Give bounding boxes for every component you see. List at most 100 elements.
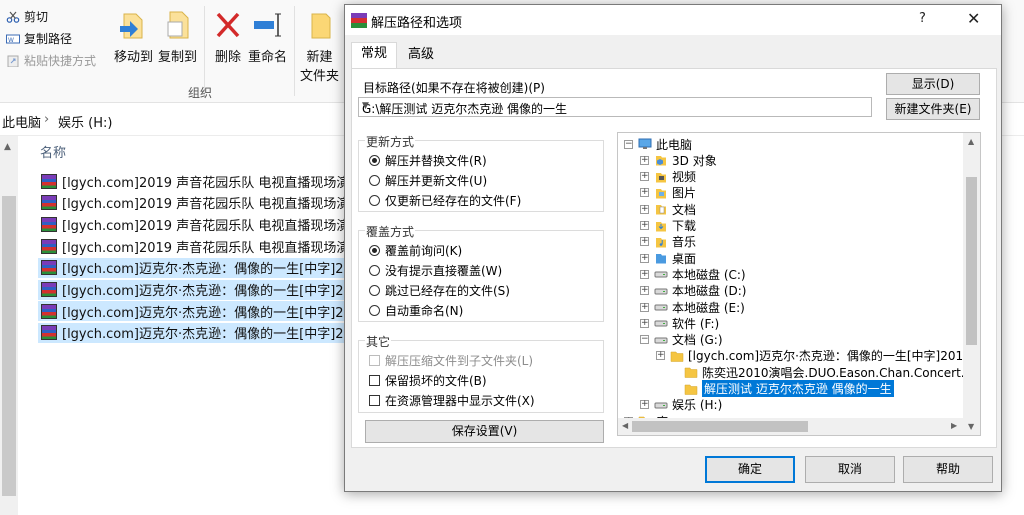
cancel-button[interactable]: 取消 [805,456,895,483]
file-row[interactable]: [lgych.com]2019 声音花园乐队 电视直播现场演唱会 [38,193,346,213]
expand-icon[interactable]: + [640,188,649,198]
collapse-icon[interactable]: − [640,335,649,345]
tree-node[interactable]: + 文档 [640,201,696,217]
delete-button[interactable]: 删除 [212,8,244,65]
radio-update-existing[interactable]: 仅更新已经存在的文件(F) [369,192,521,209]
new-folder-dialog-button[interactable]: 新建文件夹(E) [886,98,980,120]
tree-node[interactable]: + 本地磁盘 (E:) [640,299,745,315]
file-row[interactable]: [lgych.com]2019 声音花园乐队 电视直播现场演唱会 [38,214,346,234]
help-button[interactable]: 帮助 [903,456,993,483]
checkbox-extract-to-subfolders[interactable]: 解压压缩文件到子文件夹(L) [369,352,533,369]
dialog-titlebar[interactable]: 解压路径和选项 ? ✕ [345,5,1001,35]
radio-button[interactable] [369,285,380,296]
checkbox[interactable] [369,395,380,406]
rename-button[interactable]: 重命名 [248,8,287,65]
scroll-up-arrow-icon[interactable]: ▲ [968,137,974,146]
radio-button[interactable] [369,265,380,276]
show-button[interactable]: 显示(D) [886,73,980,95]
file-row[interactable]: [lgych.com]迈克尔·杰克逊：偶像的一生[中字]2011 [38,322,346,343]
new-folder-button[interactable]: 新建 文件夹 [300,8,339,84]
tree-node[interactable]: + 下载 [640,218,696,234]
scrollbar-thumb[interactable] [2,196,16,496]
nav-pane-scrollbar[interactable]: ▲ [0,136,18,515]
radio-extract-replace[interactable]: 解压并替换文件(R) [369,152,487,169]
radio-button[interactable] [369,305,380,316]
move-to-button[interactable]: 移动到 [114,8,153,65]
file-row[interactable]: [lgych.com]2019 声音花园乐队 电视直播现场演唱会 [38,236,346,256]
save-settings-button[interactable]: 保存设置(V) [365,420,604,443]
cut-button[interactable]: 剪切 [6,8,48,25]
tree-node[interactable]: + 娱乐 (H:) [640,397,722,413]
tree-node[interactable]: +3D 对象 [640,152,717,168]
tree-node[interactable]: + 音乐 [640,234,696,250]
radio-overwrite-without-prompt[interactable]: 没有提示直接覆盖(W) [369,262,502,279]
scroll-up-arrow-icon[interactable]: ▲ [4,142,11,152]
tree-horizontal-scrollbar[interactable]: ◀ ▶ [618,418,963,435]
checkbox[interactable] [369,355,380,366]
radio-button[interactable] [369,175,380,186]
new-folder-button-label: 新建文件夹(E) [894,102,972,116]
tree-node[interactable]: + 视频 [640,169,696,185]
breadcrumb-root[interactable]: 此电脑 [2,112,41,131]
tab-general[interactable]: 常规 [351,42,397,69]
checkbox-keep-broken-files[interactable]: 保留损坏的文件(B) [369,372,487,389]
new-folder-icon [304,8,336,42]
collapse-icon[interactable]: − [624,139,633,149]
file-row[interactable]: [lgych.com]2019 声音花园乐队 电视直播现场演唱会 [38,171,346,191]
radio-button[interactable] [369,195,380,206]
ok-button[interactable]: 确定 [705,456,795,483]
tree-node[interactable]: 解压测试 迈克尔杰克逊 偶像的一生 [670,380,894,397]
tab-advanced[interactable]: 高级 [399,44,443,68]
tree-node[interactable]: + 本地磁盘 (D:) [640,283,746,299]
tree-node[interactable]: + 桌面 [640,250,696,266]
expand-icon[interactable]: + [640,302,649,312]
copy-path-button[interactable]: W 复制路径 [6,30,72,47]
file-row[interactable]: [lgych.com]迈克尔·杰克逊：偶像的一生[中字]2011 [38,257,346,278]
file-row[interactable]: [lgych.com]迈克尔·杰克逊：偶像的一生[中字]2011 [38,301,346,322]
checkbox[interactable] [369,375,380,386]
tree-node[interactable]: 陈奕迅2010演唱会.DUO.Eason.Chan.Concert.Live.2… [670,364,980,380]
paste-shortcut-button[interactable]: 粘贴快捷方式 [6,52,96,69]
expand-icon[interactable]: + [640,286,649,296]
radio-button[interactable] [369,155,380,166]
scroll-left-arrow-icon[interactable]: ◀ [622,421,628,430]
expand-icon[interactable]: + [640,204,649,214]
radio-skip-existing[interactable]: 跳过已经存在的文件(S) [369,282,510,299]
checkbox-show-in-explorer[interactable]: 在资源管理器中显示文件(X) [369,392,535,409]
chevron-down-icon[interactable]: ▼ [362,101,866,111]
folder-tree[interactable]: − 此电脑 +3D 对象 + 视频 + 图片 + 文档 + 下载 + 音乐 + 桌面 + 本地磁盘 (C:) + 本… [617,132,981,436]
close-icon[interactable]: ✕ [967,9,980,28]
help-icon[interactable]: ? [919,11,926,26]
radio-auto-rename[interactable]: 自动重命名(N) [369,302,463,319]
tree-node[interactable]: + [lgych.com]迈克尔·杰克逊：偶像的一生[中字]2011 BluRa [656,348,980,364]
expand-icon[interactable]: + [656,351,665,361]
expand-icon[interactable]: + [640,237,649,247]
column-header-name[interactable]: 名称 [40,142,66,161]
expand-icon[interactable]: + [640,172,649,182]
scroll-right-arrow-icon[interactable]: ▶ [951,421,957,430]
file-row[interactable]: [lgych.com]迈克尔·杰克逊：偶像的一生[中字]2011 [38,279,346,300]
tree-node[interactable]: − 此电脑 [624,136,692,152]
tree-vertical-scrollbar[interactable]: ▲ ▼ [963,133,980,435]
scroll-down-arrow-icon[interactable]: ▼ [968,422,974,431]
copy-to-button[interactable]: 复制到 [158,8,197,65]
expand-icon[interactable]: + [640,155,649,165]
expand-icon[interactable]: + [640,269,649,279]
tree-node[interactable]: + 本地磁盘 (C:) [640,266,746,282]
expand-icon[interactable]: + [640,253,649,263]
radio-ask-before-overwrite[interactable]: 覆盖前询问(K) [369,242,462,259]
tree-node[interactable]: + 软件 (F:) [640,315,719,331]
tree-node-label: 文档 [672,202,697,217]
disk-drive-icon [654,268,672,280]
expand-icon[interactable]: + [640,400,649,410]
scrollbar-thumb[interactable] [966,177,977,345]
radio-button[interactable] [369,245,380,256]
tree-node[interactable]: − 文档 (G:) [640,332,723,348]
radio-extract-update[interactable]: 解压并更新文件(U) [369,172,487,189]
dest-path-combobox[interactable]: G:\解压测试 迈克尔杰克逊 偶像的一生 ▼ [358,97,872,117]
breadcrumb-drive[interactable]: 娱乐 (H:) [58,112,112,131]
expand-icon[interactable]: + [640,221,649,230]
tree-node[interactable]: + 图片 [640,185,696,201]
scrollbar-thumb[interactable] [632,421,808,432]
expand-icon[interactable]: + [640,318,649,328]
